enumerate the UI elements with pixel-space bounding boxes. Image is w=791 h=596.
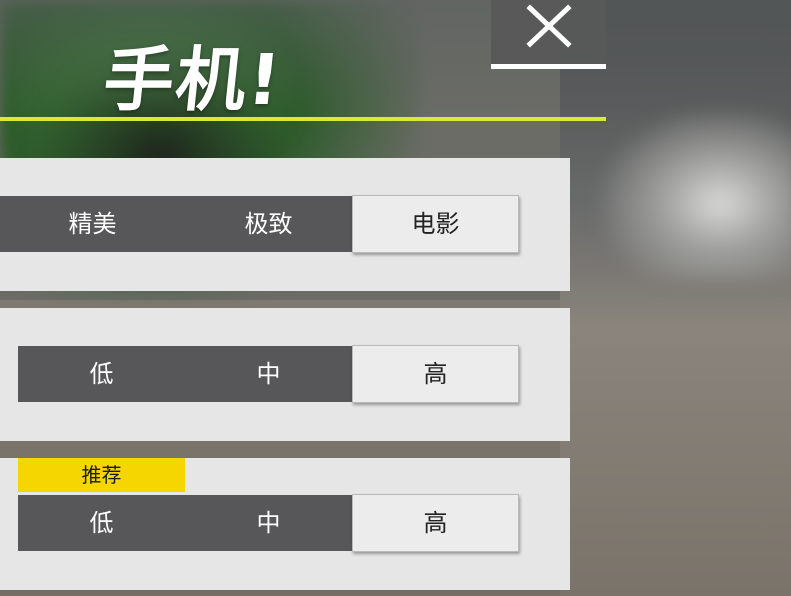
settings-row-quality: 精美 极致 电影 <box>0 158 570 291</box>
settings-row-level: 低 中 高 <box>0 308 570 441</box>
close-icon[interactable] <box>526 4 572 48</box>
page-title: 手机! <box>99 39 287 121</box>
option-high[interactable]: 高 <box>352 494 519 552</box>
title-underline <box>0 117 606 121</box>
game-settings-screen: 手机! 精美 极致 电影 低 中 高 推荐 低 中 高 <box>0 0 791 596</box>
close-button-underline <box>491 64 606 69</box>
option-low[interactable]: 低 <box>18 346 185 402</box>
settings-row-recommended: 推荐 低 中 高 <box>0 458 570 590</box>
background-car <box>600 110 791 280</box>
recommended-selector: 低 中 高 <box>18 494 519 552</box>
option-high[interactable]: 高 <box>352 345 519 403</box>
level-selector: 低 中 高 <box>18 345 519 403</box>
option-low[interactable]: 低 <box>18 495 185 551</box>
option-medium[interactable]: 中 <box>185 495 352 551</box>
recommended-badge: 推荐 <box>18 458 185 492</box>
option-medium[interactable]: 中 <box>185 346 352 402</box>
option-jingmei[interactable]: 精美 <box>0 196 185 252</box>
quality-selector: 精美 极致 电影 <box>0 195 519 253</box>
option-jizhi[interactable]: 极致 <box>185 196 352 252</box>
option-dianying[interactable]: 电影 <box>352 195 519 253</box>
